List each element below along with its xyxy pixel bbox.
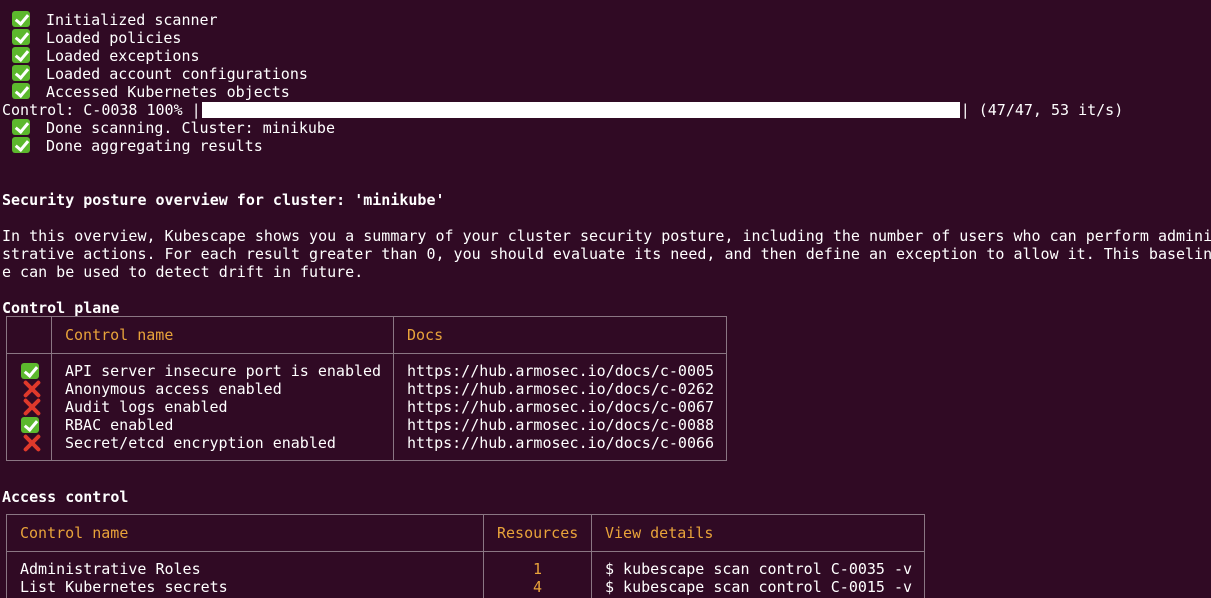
control-name: RBAC enabled: [65, 416, 174, 434]
step-line: Accessed Kubernetes objects: [2, 83, 1211, 101]
step-text: Initialized scanner: [46, 11, 218, 29]
cross-icon: [21, 381, 41, 397]
docs-link[interactable]: https://hub.armosec.io/docs/c-0262: [407, 380, 714, 398]
column-header-view-details: View details: [605, 524, 714, 542]
progress-end: | (47/47, 53 it/s): [960, 101, 1124, 119]
cross-icon: [21, 435, 41, 451]
access-control-table: Control name Resources View details Admi…: [6, 514, 925, 598]
progress-line: Control: C-0038 100% | | (47/47, 53 it/s): [2, 101, 1211, 119]
check-icon: [12, 137, 30, 153]
control-plane-table: Control name Docs API server insecure po…: [6, 316, 727, 461]
progress-label: Control: C-0038 100% |: [2, 101, 201, 119]
check-icon: [21, 417, 39, 433]
check-icon: [12, 47, 30, 63]
check-icon: [12, 119, 30, 135]
column-header-docs: Docs: [407, 326, 444, 344]
column-header-control-name: Control name: [20, 524, 129, 542]
control-plane-title: Control plane: [2, 299, 120, 317]
control-name: Anonymous access enabled: [65, 380, 282, 398]
step-text: Loaded exceptions: [46, 47, 200, 65]
step-line: Done aggregating results: [2, 137, 1211, 155]
cross-icon: [21, 399, 41, 415]
control-name: API server insecure port is enabled: [65, 362, 382, 380]
check-icon: [21, 363, 39, 379]
cut-off-line: [2, 0, 1211, 11]
overview-description-line: In this overview, Kubescape shows you a …: [2, 227, 1211, 245]
check-icon: [12, 65, 30, 81]
overview-description-line: e can be used to detect drift in future.: [2, 263, 364, 281]
step-line: Initialized scanner: [2, 11, 1211, 29]
step-text: Done scanning. Cluster: minikube: [46, 119, 335, 137]
overview-description-line: strative actions. For each result greate…: [2, 245, 1211, 263]
overview-title: Security posture overview for cluster: '…: [2, 191, 445, 209]
access-control-title: Access control: [2, 488, 129, 506]
docs-link[interactable]: https://hub.armosec.io/docs/c-0066: [407, 434, 714, 452]
control-name: Administrative Roles: [20, 560, 201, 578]
docs-link[interactable]: https://hub.armosec.io/docs/c-0088: [407, 416, 714, 434]
step-line: Loaded policies: [2, 29, 1211, 47]
step-text: Loaded account configurations: [46, 65, 308, 83]
control-name: Audit logs enabled: [65, 398, 228, 416]
docs-link[interactable]: https://hub.armosec.io/docs/c-0067: [407, 398, 714, 416]
column-header-control-name: Control name: [65, 326, 174, 344]
resource-count: 1: [533, 560, 543, 578]
step-line: Done scanning. Cluster: minikube: [2, 119, 1211, 137]
control-name: Secret/etcd encryption enabled: [65, 434, 336, 452]
column-header-resources: Resources: [497, 524, 579, 542]
view-details-command: $ kubescape scan control C-0015 -v: [605, 578, 913, 596]
step-text: Accessed Kubernetes objects: [46, 83, 290, 101]
check-icon: [12, 29, 30, 45]
view-details-command: $ kubescape scan control C-0035 -v: [605, 560, 913, 578]
control-name: List Kubernetes secrets: [20, 578, 228, 596]
terminal-output: Initialized scanner Loaded policies Load…: [2, 0, 1211, 317]
check-icon: [12, 11, 30, 27]
step-line: Loaded exceptions: [2, 47, 1211, 65]
resource-count: 4: [533, 578, 543, 596]
step-text: Loaded policies: [46, 29, 182, 47]
step-line: Loaded account configurations: [2, 65, 1211, 83]
step-text: Done aggregating results: [46, 137, 263, 155]
docs-link[interactable]: https://hub.armosec.io/docs/c-0005: [407, 362, 714, 380]
check-icon: [12, 83, 30, 99]
progress-bar: [201, 102, 960, 118]
